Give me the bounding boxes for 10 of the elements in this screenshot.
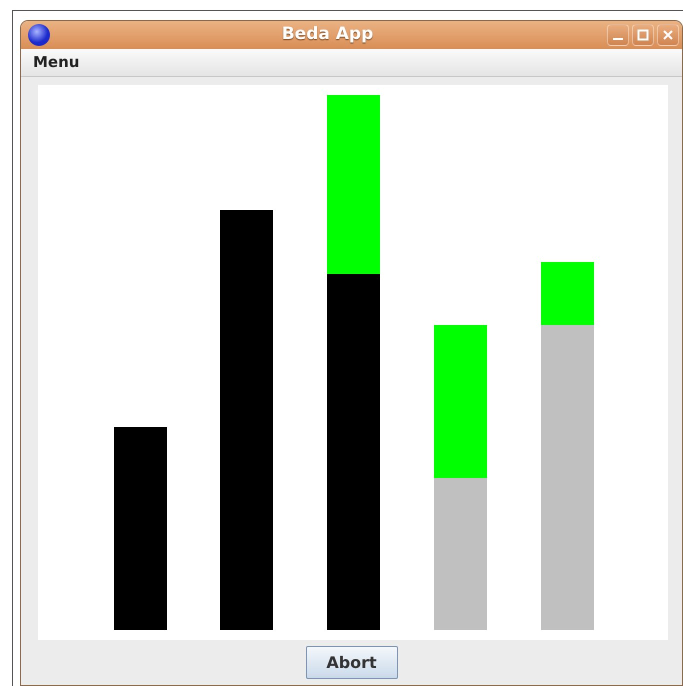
- minimize-button[interactable]: [607, 24, 629, 46]
- abort-button[interactable]: Abort: [306, 646, 398, 679]
- menu-item[interactable]: Menu: [33, 51, 80, 74]
- close-button[interactable]: [657, 24, 679, 46]
- window-title: Beda App: [280, 23, 374, 46]
- minimize-icon: [613, 38, 623, 40]
- maximize-icon: [637, 29, 649, 41]
- app-icon: [27, 23, 51, 47]
- maximize-button[interactable]: [632, 24, 654, 46]
- close-icon: [662, 29, 674, 41]
